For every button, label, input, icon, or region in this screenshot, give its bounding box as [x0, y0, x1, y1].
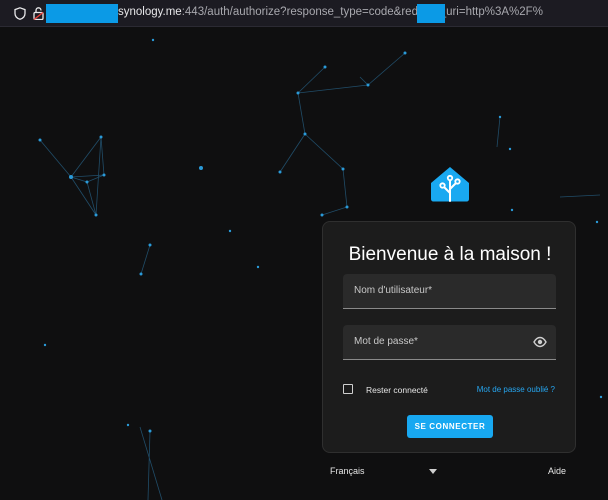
language-select[interactable]: Français: [330, 466, 365, 476]
url-host: synology.me: [118, 6, 182, 18]
username-field[interactable]: Nom d'utilisateur*: [343, 274, 556, 309]
help-link[interactable]: Aide: [548, 466, 566, 476]
redacted-url-tail: [417, 4, 445, 23]
home-assistant-logo-icon: [431, 167, 469, 202]
forgot-password-link[interactable]: Mot de passe oublié ?: [477, 385, 555, 394]
login-title: Bienvenue à la maison !: [348, 244, 552, 265]
password-input[interactable]: [343, 325, 556, 359]
password-field[interactable]: Mot de passe*: [343, 325, 556, 360]
browser-address-bar[interactable]: synology.me:443/auth/authorize?response_…: [0, 0, 608, 27]
login-card: Bienvenue à la maison ! Nom d'utilisateu…: [322, 221, 576, 453]
shield-icon[interactable]: [14, 7, 26, 20]
chevron-down-icon[interactable]: [429, 469, 437, 474]
url-path: :443/auth/authorize?response_type=code&r…: [181, 6, 543, 18]
username-input[interactable]: [343, 274, 556, 308]
eye-icon[interactable]: [533, 336, 547, 348]
redacted-host-block: [46, 4, 118, 23]
url-text[interactable]: synology.me:443/auth/authorize?response_…: [118, 6, 543, 18]
remember-label: Rester connecté: [366, 385, 428, 395]
lock-broken-icon[interactable]: [33, 7, 44, 20]
login-button[interactable]: SE CONNECTER: [407, 415, 493, 438]
remember-checkbox[interactable]: [343, 384, 353, 394]
